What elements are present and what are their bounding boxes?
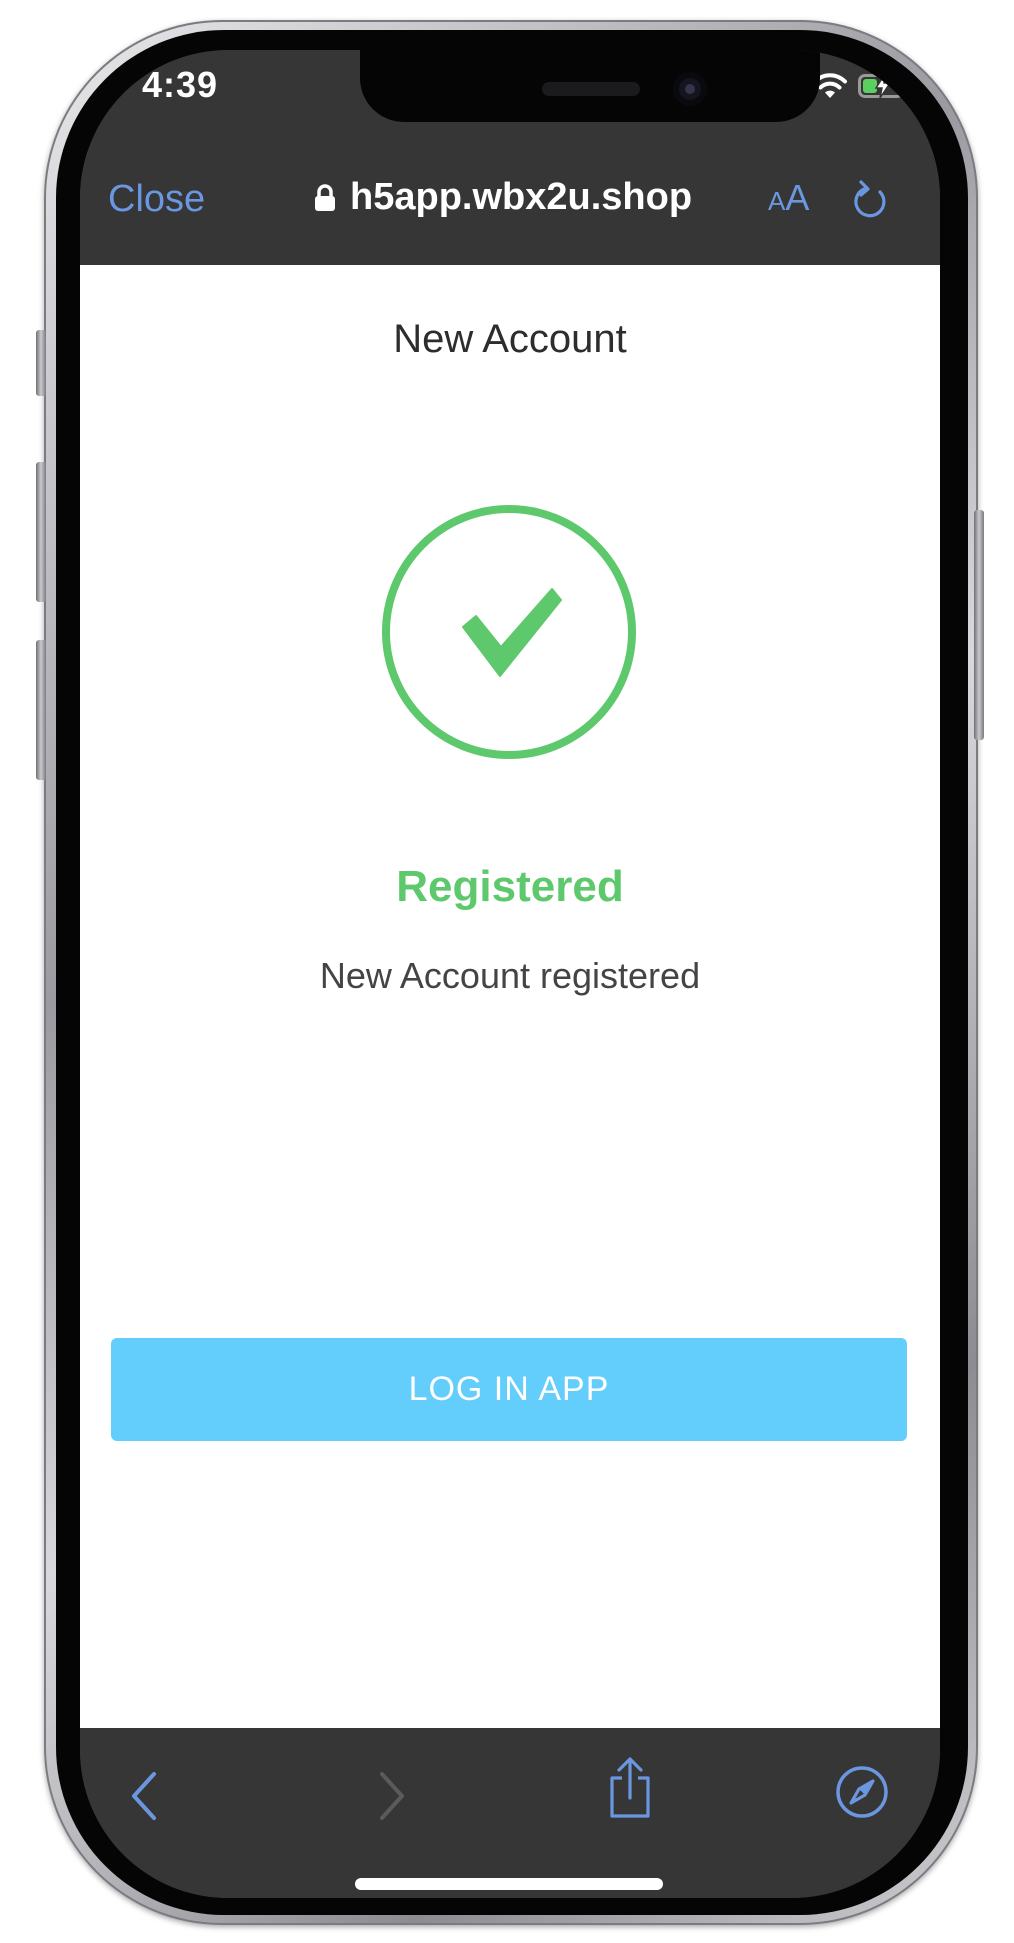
browser-toolbar [80,1728,940,1898]
status-time: 4:39 [142,64,219,105]
front-camera [673,72,707,106]
browser-url-bar: Close h5app.wbx2u.shop AA [80,150,940,265]
web-content: New Account Registered New Account regis… [80,265,940,1728]
address-field[interactable]: h5app.wbx2u.shop [314,176,692,219]
screenshot-stage: 4:39 Close h5app.wbx2u.shop AA New Accou… [0,0,1014,1943]
status-heading: Registered [396,862,624,911]
url-text: h5app.wbx2u.shop [350,176,693,218]
earpiece-speaker [542,82,640,96]
side-button-power [974,510,984,740]
reload-icon[interactable] [850,178,890,222]
text-size-large-label: A [785,177,810,218]
battery-cap [905,82,909,91]
compass-icon[interactable] [834,1764,890,1820]
page-title: New Account [393,317,627,361]
close-button[interactable]: Close [108,178,205,221]
text-size-button[interactable]: AA [768,180,809,216]
charging-bolt-icon [874,73,892,99]
side-button-volume-up [36,462,46,602]
lock-icon [315,183,335,211]
status-message: New Account registered [319,955,701,996]
chevron-left-icon[interactable] [122,1764,166,1828]
checkmark-circle-icon [382,505,636,759]
login-app-button[interactable]: LOG IN APP [111,1338,907,1441]
phone-screen: 4:39 Close h5app.wbx2u.shop AA New Accou… [80,50,940,1898]
chevron-right-icon[interactable] [370,1764,414,1828]
battery-icon [858,73,909,99]
home-indicator[interactable] [355,1878,663,1890]
notch [360,50,820,122]
side-button-silent [36,330,46,396]
share-icon[interactable] [604,1756,656,1820]
side-button-volume-down [36,640,46,780]
text-size-small-label: A [768,186,786,216]
